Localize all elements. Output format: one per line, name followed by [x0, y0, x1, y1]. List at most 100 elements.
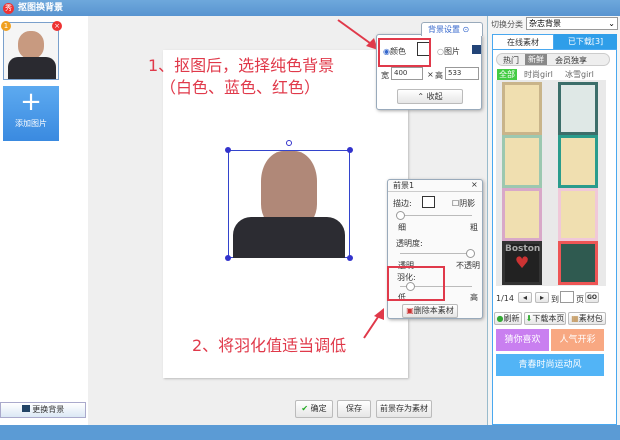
subtab-new[interactable]: 新鲜: [525, 54, 547, 65]
save-foreground-button[interactable]: 前景存为素材: [376, 400, 432, 418]
material-tile[interactable]: Boston ♥: [502, 241, 542, 285]
material-tile[interactable]: [558, 135, 598, 188]
shadow-checkbox[interactable]: ☐阴影: [452, 198, 475, 209]
material-tile[interactable]: [502, 188, 542, 241]
confirm-label: 确定: [310, 404, 327, 413]
person-suit: [8, 57, 56, 79]
annotation-step2: 2、将羽化值适当调低: [192, 336, 347, 355]
material-pack-button[interactable]: ▦素材包: [568, 312, 606, 325]
refresh-label: 刷新: [503, 314, 520, 323]
slider-knob[interactable]: [396, 211, 405, 220]
resize-handle[interactable]: [225, 255, 231, 261]
filter-all[interactable]: 全部: [497, 69, 517, 80]
background-settings-tab[interactable]: 背景设置 ⊙: [421, 22, 483, 36]
tab-online[interactable]: 在线素材: [492, 34, 554, 49]
confirm-button[interactable]: ✔ 确定: [295, 400, 333, 418]
change-background-button[interactable]: 更换背景: [0, 402, 86, 418]
download-page-label: 下载本页: [532, 314, 565, 323]
stroke-color-swatch[interactable]: [422, 196, 435, 208]
switch-category-label: 切换分类: [491, 20, 523, 29]
next-page-button[interactable]: ▸: [535, 292, 549, 303]
chevron-down-icon: ⌄: [608, 19, 615, 28]
width-input[interactable]: 400: [391, 67, 423, 80]
prev-page-button[interactable]: ◂: [518, 292, 532, 303]
image-picker-icon[interactable]: [472, 45, 481, 54]
subtab-hot[interactable]: 热门: [503, 55, 519, 66]
image-label: 图片: [443, 47, 460, 56]
opacity-slider[interactable]: [400, 249, 475, 258]
heart-icon: ♥: [514, 253, 530, 272]
shadow-label: 阴影: [459, 199, 476, 208]
page-unit-label: 页: [576, 295, 584, 304]
tab-downloaded[interactable]: 已下载[3]: [554, 34, 617, 49]
promo-guess-you-like[interactable]: 猜你喜欢: [496, 329, 549, 351]
rotate-handle[interactable]: [286, 140, 292, 146]
person-suit: [233, 217, 345, 258]
slider-knob[interactable]: [466, 249, 475, 258]
image-radio[interactable]: ○图片: [437, 46, 460, 57]
title-bar: 抠图换背景: [0, 0, 620, 16]
package-icon: ▦: [571, 314, 579, 323]
category-select[interactable]: 杂志背景 ⌄: [526, 17, 618, 30]
stroke-slider[interactable]: [396, 211, 472, 220]
filter-snow[interactable]: 冰雪girl: [565, 69, 594, 80]
resize-handle[interactable]: [347, 147, 353, 153]
material-tile[interactable]: [502, 82, 542, 135]
resize-handle[interactable]: [225, 147, 231, 153]
collapse-button[interactable]: ⌃ 收起: [397, 89, 463, 104]
height-input[interactable]: 533: [445, 67, 479, 80]
foreground-title: 前景1: [388, 180, 482, 192]
times-label: ×: [427, 70, 434, 79]
material-tile[interactable]: [558, 82, 598, 135]
promo-sport-style[interactable]: 青春时尚运动风: [496, 354, 604, 376]
go-button[interactable]: GO: [585, 292, 599, 303]
subtab-vip[interactable]: 会员独享: [555, 55, 587, 66]
arrow-icon: [363, 308, 384, 339]
remove-image-icon[interactable]: ×: [52, 21, 62, 31]
promo-popular[interactable]: 人气开彩: [551, 329, 604, 351]
chevron-down-icon: ⊙: [462, 25, 470, 34]
highlight-box: [378, 38, 431, 67]
left-panel: 1 × + 添加图片 更换背景: [0, 16, 88, 425]
app-logo-icon: 秀: [3, 3, 14, 14]
trash-icon: ▣: [406, 306, 414, 315]
close-icon[interactable]: ×: [471, 180, 478, 189]
material-grid: Boston ♥: [496, 80, 606, 286]
image-icon: [21, 405, 30, 412]
category-value: 杂志背景: [529, 19, 561, 28]
pack-label: 素材包: [578, 314, 603, 323]
material-tile[interactable]: [558, 241, 598, 285]
plus-icon: +: [20, 87, 42, 117]
add-image-button[interactable]: + 添加图片: [3, 86, 59, 141]
index-badge: 1: [1, 21, 11, 31]
window-title: 抠图换背景: [18, 3, 64, 13]
delete-label: 删除本素材: [413, 306, 454, 315]
change-bg-label: 更换背景: [32, 405, 65, 414]
opaque-label: 不透明: [456, 261, 480, 270]
collapse-label: 收起: [426, 92, 443, 101]
material-tile[interactable]: [502, 135, 542, 188]
page-input[interactable]: [560, 291, 574, 303]
stroke-label: 描边:: [393, 199, 412, 208]
thin-label: 细: [398, 223, 406, 232]
selection-box[interactable]: [228, 150, 350, 258]
annotation-step1-colors: （白色、蓝色、红色）: [160, 78, 321, 97]
material-tile[interactable]: [558, 188, 598, 241]
bg-settings-title: 背景设置: [428, 25, 460, 34]
resize-handle[interactable]: [347, 255, 353, 261]
subtab-bar: 热门 新鲜 会员独享: [496, 53, 610, 66]
save-button[interactable]: 保存: [337, 400, 371, 418]
highlight-box: [387, 266, 445, 301]
height-label: 高: [435, 71, 443, 80]
width-label: 宽: [381, 71, 389, 80]
check-icon: ✔: [301, 404, 309, 413]
download-page-button[interactable]: ⬇下载本页: [524, 312, 566, 325]
thick-label: 粗: [470, 223, 478, 232]
delete-element-button[interactable]: ▣删除本素材: [402, 304, 458, 318]
page-indicator: 1/14: [496, 294, 514, 303]
opacity-label: 透明度:: [396, 239, 423, 248]
refresh-button[interactable]: ●刷新: [494, 312, 522, 325]
image-thumbnail[interactable]: [3, 22, 59, 80]
add-image-label: 添加图片: [15, 119, 47, 128]
filter-fashion[interactable]: 时尚girl: [524, 69, 553, 80]
